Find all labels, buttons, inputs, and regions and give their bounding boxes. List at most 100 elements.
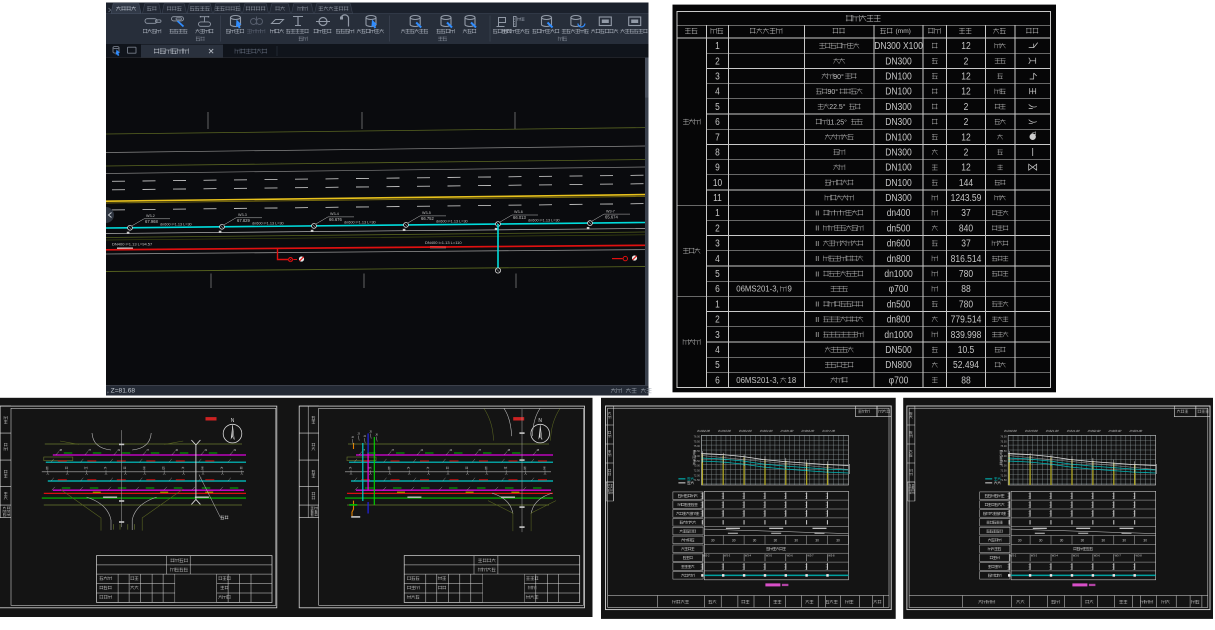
svg-text:1243.59: 1243.59 <box>951 192 982 203</box>
svg-text:dn1000: dn1000 <box>884 329 912 340</box>
svg-text:dn400: dn400 <box>887 208 911 219</box>
svg-text:73.50: 73.50 <box>1000 460 1007 463</box>
svg-text:5: 5 <box>715 101 720 112</box>
svg-text:W3-6: W3-6 <box>514 210 523 214</box>
svg-text:0+034.00: 0+034.00 <box>1129 429 1143 433</box>
svg-text:76.00: 76.00 <box>1000 436 1007 439</box>
svg-text:65.674: 65.674 <box>605 214 618 219</box>
svg-text:30: 30 <box>1122 538 1126 542</box>
svg-text:12: 12 <box>961 71 970 82</box>
svg-text:4: 4 <box>715 86 720 97</box>
svg-text:3: 3 <box>715 71 720 82</box>
svg-text:72.50: 72.50 <box>1000 470 1007 473</box>
svg-text:J8: J8 <box>59 448 62 452</box>
svg-text:7: 7 <box>715 132 720 143</box>
svg-text:J4: J4 <box>449 448 452 452</box>
svg-text:18: 18 <box>788 376 797 385</box>
svg-text:W3-2: W3-2 <box>1010 554 1017 558</box>
svg-text:DN300: DN300 <box>885 116 911 127</box>
svg-text:W3-5: W3-5 <box>766 554 773 558</box>
svg-text:780: 780 <box>959 268 973 279</box>
svg-text:1: 1 <box>715 299 720 310</box>
svg-text:W3-3: W3-3 <box>724 554 731 558</box>
svg-text:73.00: 73.00 <box>1000 465 1007 468</box>
svg-text:0+043.00: 0+043.00 <box>717 429 731 433</box>
svg-text:66.013: 66.013 <box>513 215 526 220</box>
svg-text:W3-4: W3-4 <box>745 554 752 558</box>
svg-text:30: 30 <box>1081 538 1085 542</box>
svg-text:N: N <box>538 418 542 424</box>
svg-text:, Z=81.68: , Z=81.68 <box>107 388 135 395</box>
svg-text:73.50: 73.50 <box>694 460 701 463</box>
svg-text:II: II <box>815 256 819 263</box>
svg-text:1: 1 <box>715 40 720 51</box>
svg-text:12: 12 <box>961 132 970 143</box>
svg-text:II: II <box>815 241 819 248</box>
svg-text:0+035.00: 0+035.00 <box>780 429 794 433</box>
svg-text:0+022.00: 0+022.00 <box>696 429 710 433</box>
svg-text:30: 30 <box>1018 538 1022 542</box>
svg-text:W3-7: W3-7 <box>807 554 814 558</box>
svg-text:30: 30 <box>753 538 757 542</box>
svg-text:2: 2 <box>964 56 969 67</box>
svg-text:W3-2: W3-2 <box>703 554 710 558</box>
svg-text:DN300: DN300 <box>885 147 911 158</box>
svg-text:37: 37 <box>961 238 970 249</box>
svg-text:8: 8 <box>715 147 720 158</box>
svg-text:J7: J7 <box>478 448 481 452</box>
svg-text:W3-5: W3-5 <box>1073 554 1080 558</box>
svg-text:II: II <box>815 332 819 339</box>
svg-text:3: 3 <box>715 329 720 340</box>
svg-text:0+041.00: 0+041.00 <box>1066 429 1080 433</box>
svg-text:2: 2 <box>715 314 720 325</box>
svg-text:DN300 X100: DN300 X100 <box>874 40 923 51</box>
svg-text:0+056.00: 0+056.00 <box>801 429 815 433</box>
svg-text:4: 4 <box>715 344 720 355</box>
svg-text:dn600 i=1.13 L=30: dn600 i=1.13 L=30 <box>436 220 468 224</box>
svg-text:DN100: DN100 <box>885 162 911 173</box>
svg-text:71.50: 71.50 <box>694 479 701 482</box>
svg-text:9: 9 <box>788 285 792 294</box>
svg-text:76.00: 76.00 <box>694 436 701 439</box>
svg-text:4: 4 <box>715 253 720 264</box>
svg-text:II: II <box>815 302 819 309</box>
svg-text:779.514: 779.514 <box>951 314 982 325</box>
svg-text:J3: J3 <box>233 448 236 452</box>
svg-text:dn600 i=1.13 L=30: dn600 i=1.13 L=30 <box>160 222 192 226</box>
svg-text:67.968: 67.968 <box>145 219 158 224</box>
svg-text:6: 6 <box>715 116 720 127</box>
svg-text:12: 12 <box>961 40 970 51</box>
svg-text:II: II <box>815 211 819 218</box>
svg-text:W3-6: W3-6 <box>1094 554 1101 558</box>
svg-text:3: 3 <box>715 238 720 249</box>
svg-text:30: 30 <box>815 538 819 542</box>
svg-text:12: 12 <box>961 86 970 97</box>
svg-text:DN500: DN500 <box>885 344 911 355</box>
svg-text:30: 30 <box>836 538 840 542</box>
svg-text:DN100: DN100 <box>885 86 911 97</box>
svg-text:0+083.00: 0+083.00 <box>1108 429 1122 433</box>
svg-text:DN100: DN100 <box>885 132 911 143</box>
svg-text:dn800: dn800 <box>887 253 911 264</box>
svg-text:2: 2 <box>715 56 720 67</box>
svg-text:II: II <box>815 226 819 233</box>
svg-text:(mm): (mm) <box>896 28 911 35</box>
svg-text:780: 780 <box>959 299 973 310</box>
svg-text:dn500: dn500 <box>887 223 911 234</box>
svg-text:30: 30 <box>732 538 736 542</box>
svg-text:W3-7: W3-7 <box>606 209 615 213</box>
svg-text:74.00: 74.00 <box>694 455 701 458</box>
svg-text:W3-3: W3-3 <box>238 213 247 217</box>
svg-text:J3: J3 <box>204 448 207 452</box>
svg-text:J6: J6 <box>175 448 178 452</box>
svg-text:67.829: 67.829 <box>237 218 250 223</box>
svg-text:12: 12 <box>961 162 970 173</box>
svg-text:88: 88 <box>961 284 970 295</box>
svg-text:W3-4: W3-4 <box>1052 554 1059 558</box>
svg-text:22.5°: 22.5° <box>829 103 846 111</box>
svg-text:1: 1 <box>715 208 720 219</box>
svg-text:6: 6 <box>715 284 720 295</box>
svg-text:J7: J7 <box>146 448 149 452</box>
svg-text:J8: J8 <box>536 448 539 452</box>
svg-text:DN100: DN100 <box>885 71 911 82</box>
